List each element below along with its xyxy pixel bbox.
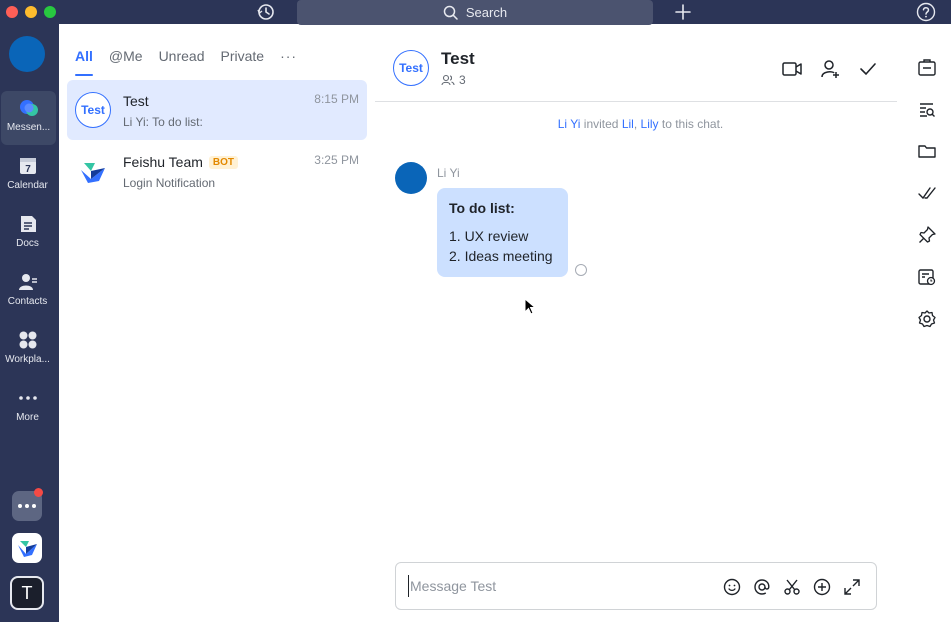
add-member-icon[interactable]	[819, 58, 841, 80]
chat-area: Test Test 3 Li Yi invited Lil, Lily to t…	[375, 34, 906, 622]
message-title: To do list:	[449, 200, 515, 216]
chat-time: 8:15 PM	[314, 92, 359, 106]
nav-item-workplace[interactable]: Workpla...	[0, 323, 55, 377]
svg-text:7: 7	[25, 164, 31, 175]
schedule-icon[interactable]	[917, 267, 937, 287]
tasks-check-icon[interactable]	[917, 183, 937, 203]
mention-icon[interactable]	[752, 577, 772, 597]
right-sidebar	[906, 34, 951, 622]
close-window-button[interactable]	[6, 6, 18, 18]
minimize-window-button[interactable]	[25, 6, 37, 18]
chat-name: Feishu Team BOT	[123, 154, 239, 170]
message-input[interactable]	[408, 575, 708, 597]
message-line: 1. UX review	[449, 228, 529, 244]
read-status-icon	[575, 264, 587, 276]
left-nav: Messen... 7 Calendar Docs Contacts Workp…	[0, 24, 59, 622]
tab-at-me[interactable]: @Me	[109, 48, 143, 74]
nav-label-workplace: Workpla...	[5, 354, 50, 365]
contacts-icon	[18, 274, 37, 290]
search-bar[interactable]: Search	[297, 0, 653, 25]
chat-title[interactable]: Test	[441, 49, 475, 69]
nav-item-calendar[interactable]: 7 Calendar	[0, 149, 55, 203]
search-history-icon[interactable]	[917, 100, 937, 120]
calendar-icon: 7	[19, 158, 36, 175]
user-avatar[interactable]	[9, 36, 45, 72]
feishu-logo-icon	[75, 153, 111, 189]
invitee-link[interactable]: Lily	[641, 117, 659, 131]
nav-item-more[interactable]: More	[0, 381, 55, 435]
chat-list-panel: All @Me Unread Private ··· Test Test Li …	[59, 34, 375, 622]
ellipsis-icon	[18, 504, 36, 508]
feishu-app-button[interactable]	[12, 533, 42, 563]
chat-avatar: Test	[75, 92, 111, 128]
scissors-icon[interactable]	[782, 577, 802, 597]
tab-all[interactable]: All	[75, 48, 93, 76]
feishu-logo-icon	[18, 541, 37, 557]
chat-preview: Login Notification	[123, 176, 216, 190]
app-t-button[interactable]: T	[10, 576, 44, 610]
invitee-link[interactable]: Lil	[622, 117, 634, 131]
more-icon	[18, 396, 37, 400]
expand-icon[interactable]	[842, 577, 862, 597]
add-circle-icon[interactable]	[812, 577, 832, 597]
chat-item-feishu-team[interactable]: Feishu Team BOT Login Notification 3:25 …	[67, 141, 367, 201]
bot-badge: BOT	[208, 155, 239, 169]
nav-label-docs: Docs	[16, 238, 39, 249]
search-icon	[443, 5, 458, 20]
mouse-cursor-icon	[524, 298, 536, 316]
search-label: Search	[465, 5, 508, 20]
inviter-link[interactable]: Li Yi	[558, 117, 581, 131]
nav-item-contacts[interactable]: Contacts	[0, 265, 55, 319]
checkmark-icon[interactable]	[857, 58, 879, 80]
title-bar: Search	[0, 0, 951, 25]
nav-item-messenger[interactable]: Messen...	[1, 91, 56, 145]
folder-icon[interactable]	[917, 141, 937, 161]
announcement-icon[interactable]	[917, 58, 937, 78]
chat-header: Test Test 3	[375, 34, 897, 102]
message-sender: Li Yi	[437, 166, 460, 180]
message-line: 2. Ideas meeting	[449, 248, 553, 264]
docs-icon	[20, 216, 36, 232]
members-icon	[441, 74, 455, 86]
tab-private[interactable]: Private	[220, 48, 264, 74]
system-message: Li Yi invited Lil, Lily to this chat.	[557, 117, 724, 131]
member-count[interactable]: 3	[441, 73, 466, 87]
message-composer	[395, 562, 877, 610]
chat-preview: Li Yi: To do list:	[123, 115, 203, 129]
emoji-icon[interactable]	[722, 577, 742, 597]
messenger-icon	[19, 100, 38, 116]
help-icon[interactable]	[916, 2, 936, 22]
history-icon[interactable]	[255, 2, 277, 22]
chat-header-avatar[interactable]: Test	[393, 50, 429, 86]
plus-icon[interactable]	[673, 2, 693, 22]
notification-dot	[34, 488, 43, 497]
chat-name: Test	[123, 93, 149, 109]
chat-item-test[interactable]: Test Test Li Yi: To do list: 8:15 PM	[67, 80, 367, 140]
chat-time: 3:25 PM	[314, 153, 359, 167]
message-bubble[interactable]: To do list: 1. UX review 2. Ideas meetin…	[437, 188, 568, 277]
nav-label-messenger: Messen...	[6, 122, 51, 133]
video-call-icon[interactable]	[781, 58, 803, 80]
pin-icon[interactable]	[917, 225, 937, 245]
maximize-window-button[interactable]	[44, 6, 56, 18]
nav-label-more: More	[16, 412, 39, 423]
nav-item-docs[interactable]: Docs	[0, 207, 55, 261]
tab-unread[interactable]: Unread	[159, 48, 205, 74]
settings-gear-icon[interactable]	[917, 309, 937, 329]
workplace-icon	[19, 331, 36, 349]
nav-label-calendar: Calendar	[7, 180, 48, 191]
nav-label-contacts: Contacts	[7, 296, 48, 307]
tabs-more-button[interactable]: ···	[280, 48, 297, 74]
chat-filter-tabs: All @Me Unread Private ···	[75, 48, 297, 76]
sender-avatar[interactable]	[395, 162, 427, 194]
